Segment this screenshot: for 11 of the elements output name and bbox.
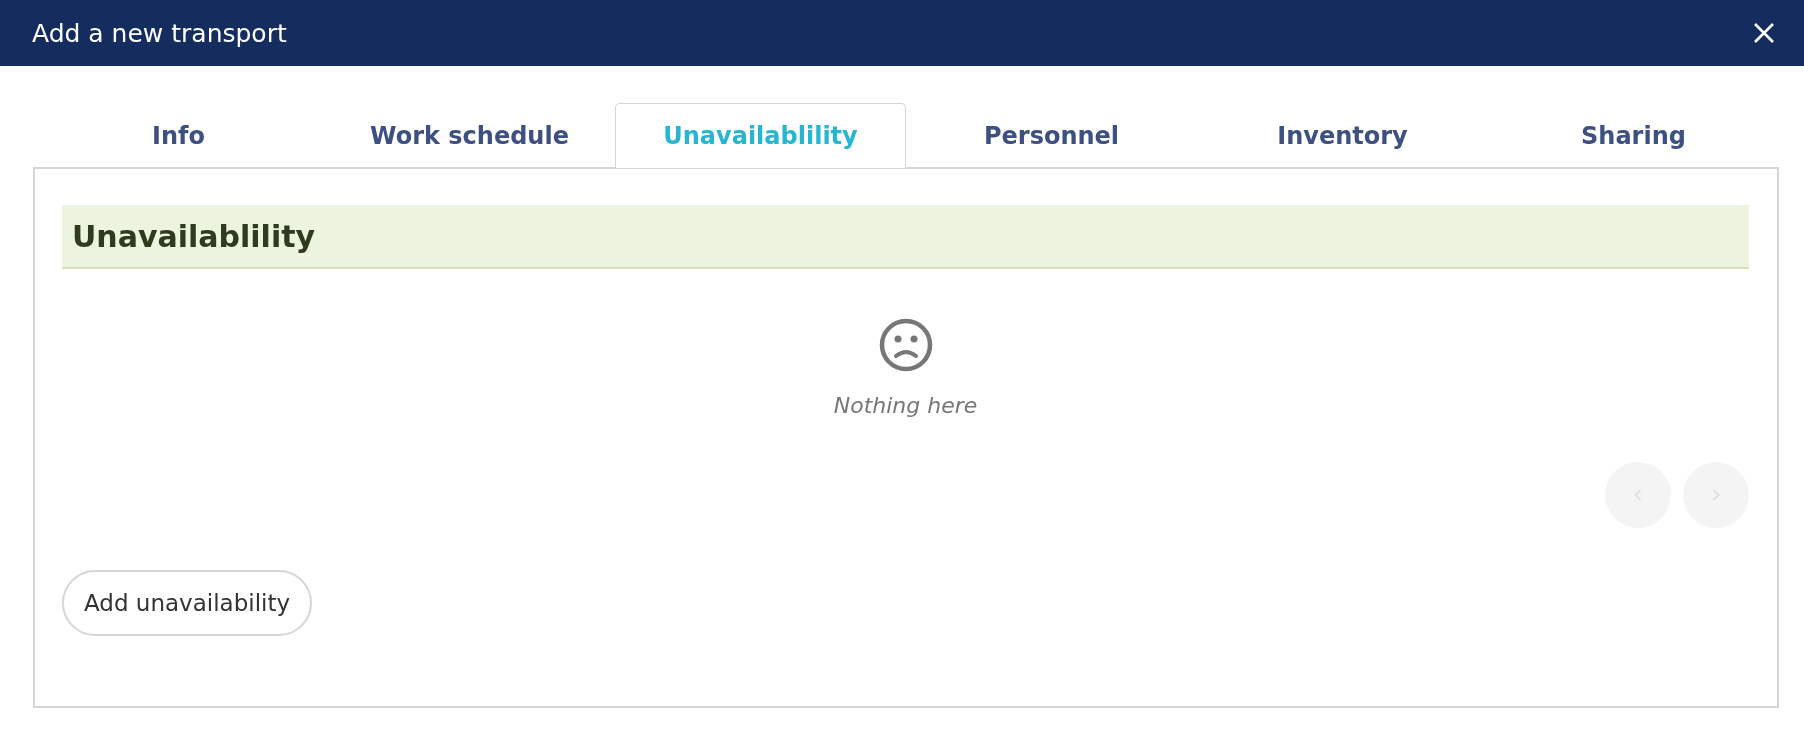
tab[interactable]: Work schedule (324, 103, 615, 168)
window-title: Add a new transport (32, 18, 287, 48)
close-icon (1752, 21, 1776, 45)
add-unavailability-button[interactable]: Add unavailability (62, 570, 313, 636)
empty-message: Nothing here (833, 393, 978, 418)
tab[interactable]: Personnel (906, 103, 1197, 168)
tab[interactable]: Sharing (1488, 103, 1779, 168)
tab[interactable]: Info (33, 103, 324, 168)
tab[interactable]: Inventory (1197, 103, 1488, 168)
sad-face-icon (877, 317, 934, 373)
section-title: Unavailablility (72, 218, 316, 254)
